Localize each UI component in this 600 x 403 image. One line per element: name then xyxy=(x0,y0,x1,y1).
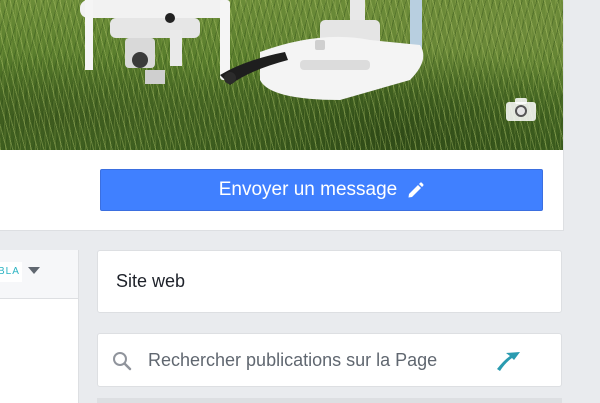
left-column-card: BLA xyxy=(0,250,79,403)
facebook-page-view: Envoyer un message BLA Site web Recherch… xyxy=(0,0,600,403)
drone-image xyxy=(80,0,424,100)
send-message-label: Envoyer un message xyxy=(218,179,398,200)
next-card-edge xyxy=(97,398,562,403)
search-input[interactable]: Rechercher publications sur la Page xyxy=(148,350,437,371)
camera-icon[interactable] xyxy=(505,96,537,122)
website-label: Site web xyxy=(116,271,186,291)
cursor-arrow-icon xyxy=(497,352,520,371)
search-icon xyxy=(113,352,132,371)
chevron-down-icon[interactable] xyxy=(28,267,40,274)
page-header-card: Envoyer un message xyxy=(0,0,564,231)
cover-photo[interactable] xyxy=(0,0,563,150)
website-card[interactable]: Site web xyxy=(97,250,562,313)
left-card-header: BLA xyxy=(0,250,78,299)
brand-logo: BLA xyxy=(0,262,22,282)
pencil-icon xyxy=(408,181,424,197)
send-message-button[interactable]: Envoyer un message xyxy=(100,169,543,211)
page-search-box[interactable]: Rechercher publications sur la Page xyxy=(97,333,562,387)
